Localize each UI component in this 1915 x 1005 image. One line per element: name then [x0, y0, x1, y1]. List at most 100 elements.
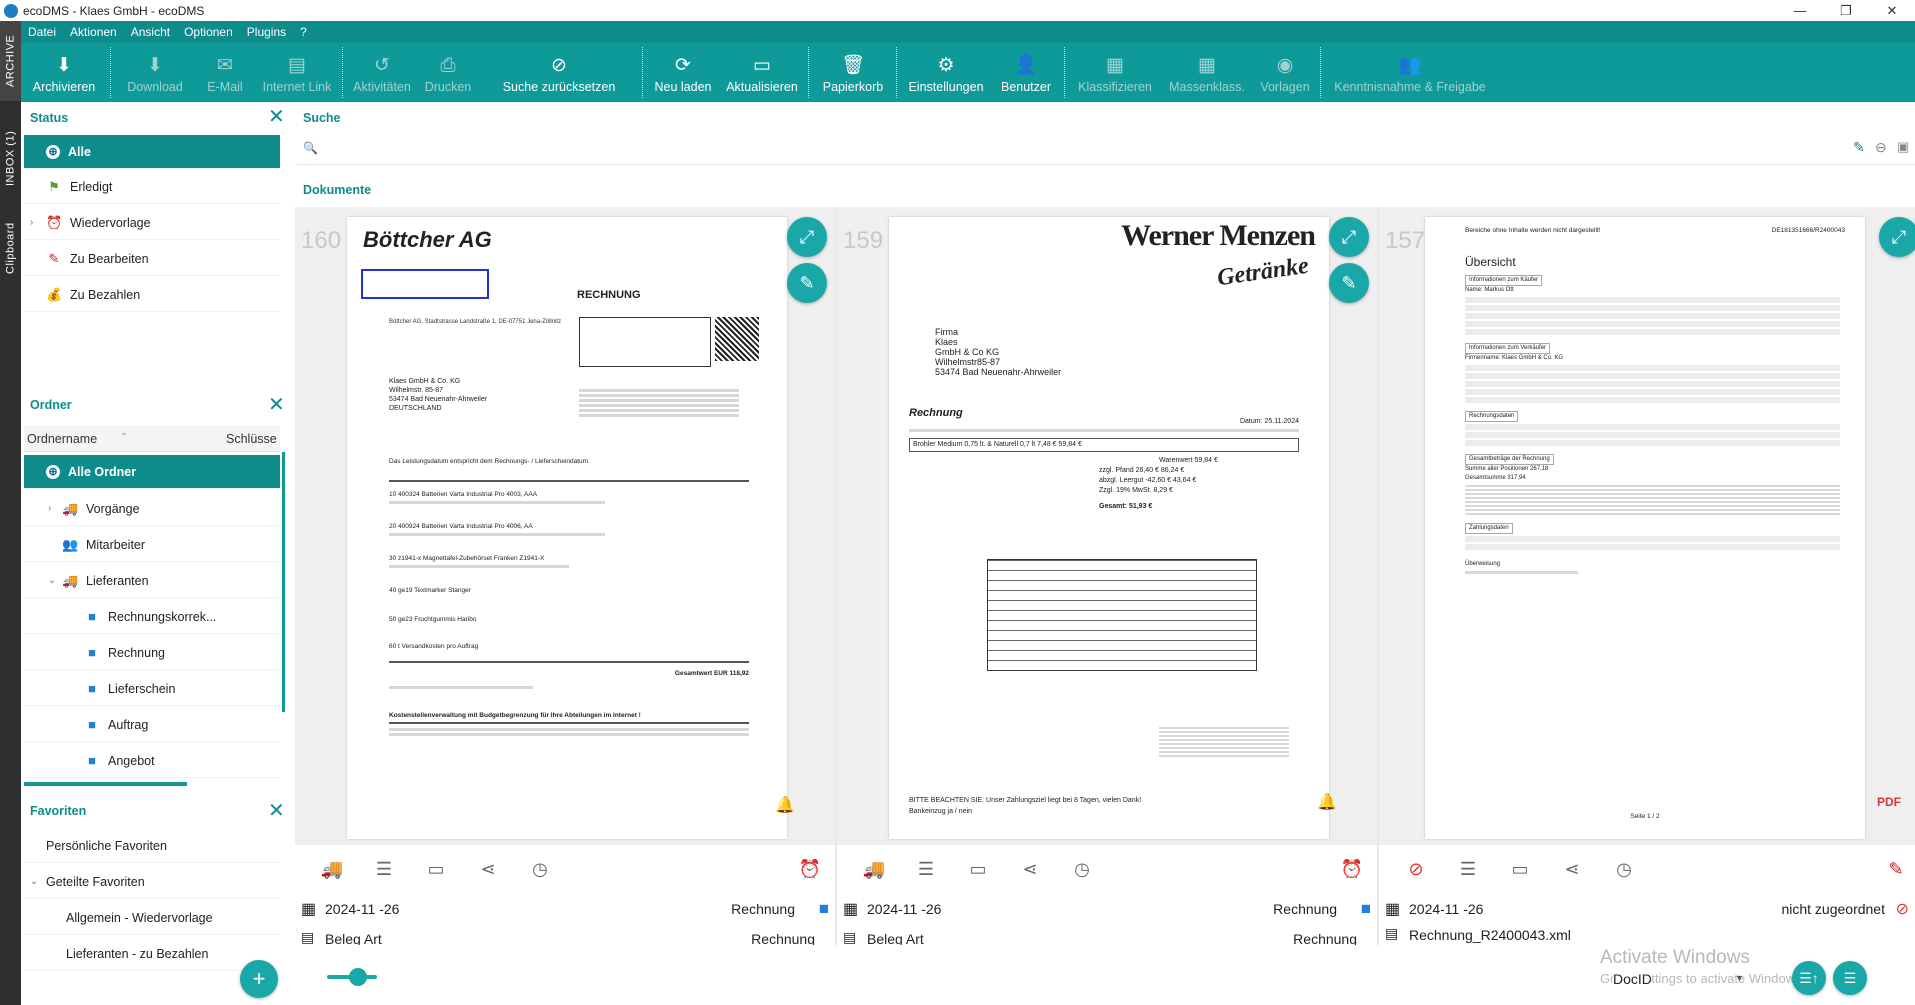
col-schluessel[interactable]: Schlüsse — [226, 432, 277, 446]
pencil-icon[interactable]: ✎ — [1881, 859, 1911, 880]
menu-optionen[interactable]: Optionen — [177, 25, 240, 39]
expand-preview-button[interactable]: ⤢ — [1329, 217, 1369, 257]
massenklass-button[interactable]: ▦ Massenklass. — [1161, 43, 1253, 102]
document-id: 157 — [1385, 227, 1426, 254]
history-icon[interactable]: ◷ — [525, 859, 555, 880]
supplier-truck-icon[interactable]: 🚚 — [859, 859, 889, 880]
status-item-erledigt[interactable]: ⚑ Erledigt — [24, 170, 280, 204]
ordner-vertical-scrollbar[interactable] — [282, 452, 285, 712]
ordner-item-auftrag[interactable]: ■ Auftrag — [24, 708, 280, 742]
alarm-clock-icon[interactable]: ⏰ — [1337, 859, 1367, 880]
ordner-item-rechnung[interactable]: ■ Rechnung — [24, 636, 280, 670]
benutzer-button[interactable]: 👤 Benutzer — [991, 43, 1061, 102]
fav-item-geteilt[interactable]: ⌄ Geteilte Favoriten — [24, 865, 280, 899]
view-list-button[interactable]: ☰ — [1833, 961, 1867, 995]
suche-zuruecksetzen-button[interactable]: ⊘ Suche zurücksetzen — [479, 43, 639, 102]
menu-plugins[interactable]: Plugins — [240, 25, 293, 39]
fav-item-lieferanten-bezahlen[interactable]: Lieferanten - zu Bezahlen — [24, 937, 280, 971]
favoriten-close-icon[interactable]: ✕ — [268, 801, 285, 821]
neu-laden-button[interactable]: ⟳ Neu laden — [647, 43, 719, 102]
document-preview[interactable]: Werner Menzen Getränke Firma Klaes GmbH … — [889, 217, 1329, 839]
status-item-zu-bearbeiten[interactable]: ✎ Zu Bearbeiten — [24, 242, 280, 276]
chevron-right-icon[interactable]: › — [30, 217, 33, 228]
save-search-icon[interactable]: ▣ — [1897, 139, 1909, 155]
document-preview[interactable]: Bereiche ohne Inhalte werden nicht darge… — [1425, 217, 1865, 839]
internet-link-button[interactable]: ▤ Internet Link — [255, 43, 339, 102]
edit-document-button[interactable]: ✎ — [1329, 263, 1369, 303]
menu-aktionen[interactable]: Aktionen — [63, 25, 124, 39]
ordner-item-alle-ordner[interactable]: ⊕ Alle Ordner — [24, 455, 280, 489]
menu-help[interactable]: ? — [293, 25, 314, 39]
add-favorite-button[interactable]: + — [240, 960, 278, 998]
expand-preview-button[interactable]: ⤢ — [787, 217, 827, 257]
kenntnisnahme-freigabe-button[interactable]: 👥 Kenntnisnahme & Freigabe — [1325, 43, 1495, 102]
ordner-item-rechnungskorrektur[interactable]: ■ Rechnungskorrek... — [24, 600, 280, 634]
menu-ansicht[interactable]: Ansicht — [124, 25, 177, 39]
alarm-clock-icon[interactable]: ⏰ — [795, 859, 825, 880]
edit-document-button[interactable]: ✎ — [787, 263, 827, 303]
zoom-slider-handle[interactable] — [349, 968, 367, 986]
ordner-item-lieferanten[interactable]: ⌄ 🚚 Lieferanten — [24, 564, 280, 598]
fav-item-allgemein-wiedervorlage[interactable]: Allgemein - Wiedervorlage — [24, 901, 280, 935]
share-icon[interactable]: ⋖ — [1015, 859, 1045, 880]
expand-preview-button[interactable]: ⤢ — [1879, 217, 1915, 257]
sort-dropdown-icon[interactable]: ▼ — [1735, 973, 1744, 983]
chevron-right-icon[interactable]: › — [48, 503, 51, 514]
archivieren-button[interactable]: ⬇ Archivieren — [21, 43, 107, 102]
tab-inbox[interactable]: INBOX (1) — [0, 113, 21, 203]
chevron-down-icon[interactable]: ⌄ — [30, 876, 38, 887]
monitor-refresh-icon: ▭ — [753, 55, 771, 76]
col-ordnername[interactable]: Ordnername — [27, 432, 97, 446]
sort-field-select[interactable]: DocID — [1613, 971, 1652, 987]
vorlagen-button[interactable]: ◉ Vorlagen — [1253, 43, 1317, 102]
klassifizieren-button[interactable]: ▦ Klassifizieren — [1069, 43, 1161, 102]
edit-search-icon[interactable]: ✎ — [1853, 139, 1865, 156]
list-icon[interactable]: ☰ — [911, 859, 941, 880]
document-card[interactable]: 157 Bereiche ohne Inhalte werden nicht d… — [1379, 207, 1915, 945]
truck-icon: 🚚 — [62, 572, 79, 588]
aktivitaeten-button[interactable]: ↺ Aktivitäten — [347, 43, 417, 102]
email-button[interactable]: ✉ E-Mail — [195, 43, 255, 102]
maximize-button[interactable]: ❐ — [1823, 0, 1869, 21]
sort-ascending-button[interactable]: ☰↑ — [1792, 961, 1826, 995]
folder-outline-icon[interactable]: ▭ — [1505, 859, 1535, 880]
clear-search-icon[interactable]: ⊖ — [1875, 139, 1887, 156]
document-card[interactable]: 159 Werner Menzen Getränke Firma Klaes G… — [837, 207, 1377, 947]
document-card[interactable]: 160 Böttcher AG RECHNUNG Böttcher AG, St… — [295, 207, 835, 947]
tab-archive[interactable]: ARCHIVE — [0, 21, 21, 101]
chevron-down-icon[interactable]: ⌄ — [48, 575, 56, 586]
download-button[interactable]: ⬇ Download — [115, 43, 195, 102]
menu-datei[interactable]: Datei — [21, 25, 63, 39]
folder-outline-icon[interactable]: ▭ — [421, 859, 451, 880]
history-icon[interactable]: ◷ — [1609, 859, 1639, 880]
share-icon[interactable]: ⋖ — [1557, 859, 1587, 880]
close-button[interactable]: ✕ — [1869, 0, 1915, 21]
status-item-wiedervorlage[interactable]: › ⏰ Wiedervorlage — [24, 206, 280, 240]
ordner-item-mitarbeiter[interactable]: 👥 Mitarbeiter — [24, 528, 280, 562]
list-icon[interactable]: ☰ — [1453, 859, 1483, 880]
tab-clipboard[interactable]: Clipboard — [0, 211, 21, 286]
einstellungen-button[interactable]: ⚙ Einstellungen — [901, 43, 991, 102]
ordner-horizontal-scrollbar[interactable] — [24, 782, 187, 786]
ordner-close-icon[interactable]: ✕ — [268, 395, 285, 415]
share-icon[interactable]: ⋖ — [473, 859, 503, 880]
aktualisieren-button[interactable]: ▭ Aktualisieren — [719, 43, 805, 102]
fav-item-persoenlich[interactable]: Persönliche Favoriten — [24, 829, 280, 863]
ordner-item-vorgaenge[interactable]: › 🚚 Vorgänge — [24, 492, 280, 526]
status-item-zu-bezahlen[interactable]: 💰 Zu Bezahlen — [24, 278, 280, 312]
history-icon[interactable]: ◷ — [1067, 859, 1097, 880]
papierkorb-button[interactable]: 🗑 Papierkorb — [813, 43, 893, 102]
doc-payment-box — [579, 317, 711, 367]
status-close-icon[interactable]: ✕ — [268, 107, 285, 127]
ordner-item-angebot[interactable]: ■ Angebot — [24, 744, 280, 778]
document-preview[interactable]: Böttcher AG RECHNUNG Böttcher AG, Stadts… — [347, 217, 787, 839]
supplier-truck-icon[interactable]: 🚚 — [317, 859, 347, 880]
folder-outline-icon[interactable]: ▭ — [963, 859, 993, 880]
minimize-button[interactable]: — — [1777, 0, 1823, 21]
unassigned-icon[interactable]: ⊘ — [1401, 859, 1431, 880]
status-item-alle[interactable]: ⊕ Alle — [24, 135, 280, 169]
ordner-item-lieferschein[interactable]: ■ Lieferschein — [24, 672, 280, 706]
drucken-button[interactable]: ⎙ Drucken — [417, 43, 479, 102]
search-input[interactable] — [323, 139, 1823, 161]
list-icon[interactable]: ☰ — [369, 859, 399, 880]
